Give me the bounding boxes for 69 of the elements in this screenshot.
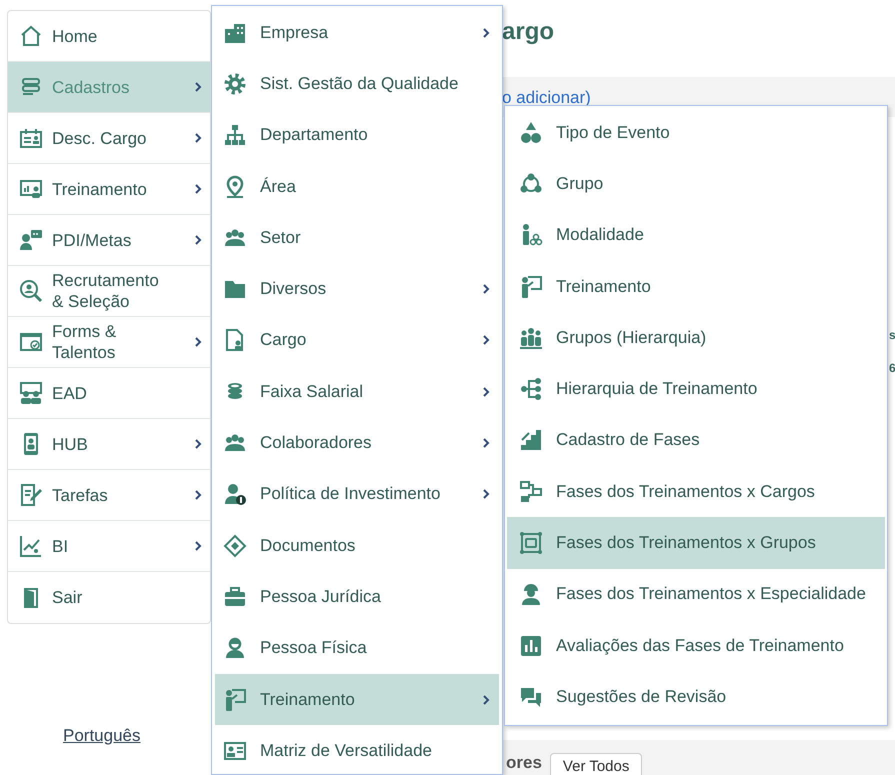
menu-item[interactable]: Fases dos Treinamentos x Grupos bbox=[507, 517, 885, 569]
shapes-icon bbox=[519, 120, 543, 145]
menu-item[interactable]: Hierarquia de Treinamento bbox=[507, 363, 885, 415]
bar-chart-icon bbox=[519, 634, 543, 658]
menu-item[interactable]: Área bbox=[215, 160, 499, 212]
menu-item[interactable]: Recrutamento & Seleção bbox=[8, 266, 210, 317]
menu-item[interactable]: Desc. Cargo bbox=[8, 113, 210, 164]
teacher-icon bbox=[519, 274, 543, 299]
person-coin-icon bbox=[223, 482, 247, 506]
flow-boxes-icon bbox=[519, 480, 543, 504]
menu-item[interactable]: Fases dos Treinamentos x Cargos bbox=[507, 466, 885, 518]
menu-item[interactable]: Sist. Gestão da Qualidade bbox=[215, 58, 499, 110]
menu-item[interactable]: Treinamento bbox=[507, 260, 885, 312]
menu-item[interactable]: Documentos bbox=[215, 520, 499, 572]
menu-item[interactable]: BI bbox=[8, 521, 210, 572]
menu-item[interactable]: Sugestões de Revisão bbox=[507, 671, 885, 723]
line-chart-icon bbox=[19, 534, 43, 558]
frame-icon bbox=[519, 531, 543, 556]
menu-item[interactable]: Diversos bbox=[215, 263, 499, 315]
menu-item[interactable]: Grupos (Hierarquia) bbox=[507, 312, 885, 364]
worker-icon bbox=[519, 582, 543, 606]
menu-item[interactable]: HUB bbox=[8, 419, 210, 470]
chart-board-icon bbox=[19, 177, 43, 201]
group-icon bbox=[519, 326, 543, 350]
menu-item[interactable]: Treinamento bbox=[215, 674, 499, 726]
house-icon bbox=[19, 24, 43, 48]
teacher-icon bbox=[223, 688, 247, 712]
add-link[interactable]: o adicionar) bbox=[502, 88, 591, 108]
menu-item[interactable]: Avaliações das Fases de Treinamento bbox=[507, 620, 885, 672]
people-board-icon bbox=[19, 381, 43, 405]
briefcase-icon bbox=[223, 584, 247, 609]
menu-item[interactable]: Forms & Talentos bbox=[8, 317, 210, 368]
edge-text: s bbox=[889, 328, 895, 342]
language-link[interactable]: Português bbox=[63, 726, 140, 746]
menu-item[interactable]: Cargo bbox=[215, 314, 499, 366]
view-all-button[interactable]: Ver Todos bbox=[550, 753, 642, 775]
person-chat-icon bbox=[19, 228, 43, 252]
person-icon bbox=[223, 636, 247, 660]
stairs-icon bbox=[519, 428, 543, 452]
menu-item[interactable]: Grupo bbox=[507, 158, 885, 210]
menu-item[interactable]: EAD bbox=[8, 368, 210, 419]
org-chart-icon bbox=[223, 123, 247, 148]
menu-item[interactable]: Faixa Salarial bbox=[215, 366, 499, 418]
menu-item[interactable]: Empresa bbox=[215, 7, 499, 58]
menu-item[interactable]: Setor bbox=[215, 212, 499, 264]
section-title: ores bbox=[506, 752, 542, 774]
window-check-icon bbox=[19, 330, 43, 354]
menu-item[interactable]: Pessoa Física bbox=[215, 622, 499, 674]
document-pencil-icon bbox=[19, 483, 43, 507]
menu-item[interactable]: Treinamento bbox=[8, 164, 210, 215]
menu-item[interactable]: Tarefas bbox=[8, 470, 210, 521]
page-heading: argo bbox=[502, 18, 554, 46]
menu-item[interactable]: Departamento bbox=[215, 110, 499, 161]
menu-item[interactable]: Política de Investimento bbox=[215, 468, 499, 520]
menu-item[interactable]: Sair bbox=[8, 572, 210, 623]
menu-item[interactable]: Pessoa Jurídica bbox=[215, 571, 499, 623]
menu-item[interactable]: Matriz de Versatilidade bbox=[215, 725, 499, 775]
menu-item[interactable]: PDI/Metas bbox=[8, 215, 210, 266]
menu-item[interactable]: Modalidade bbox=[507, 210, 885, 261]
gear-icon bbox=[223, 72, 247, 96]
menu-item[interactable]: Tipo de Evento bbox=[507, 107, 885, 158]
tree-icon bbox=[519, 377, 543, 402]
menu-item[interactable]: Colaboradores bbox=[215, 417, 499, 469]
menu-item[interactable]: Cadastro de Fases bbox=[507, 414, 885, 466]
diamond-icon bbox=[223, 534, 247, 558]
calendar-icon bbox=[19, 126, 43, 150]
search-icon bbox=[19, 279, 43, 303]
edge-text: 6 bbox=[889, 361, 895, 375]
menu-item[interactable]: Fases dos Treinamentos x Especialidade bbox=[507, 568, 885, 620]
